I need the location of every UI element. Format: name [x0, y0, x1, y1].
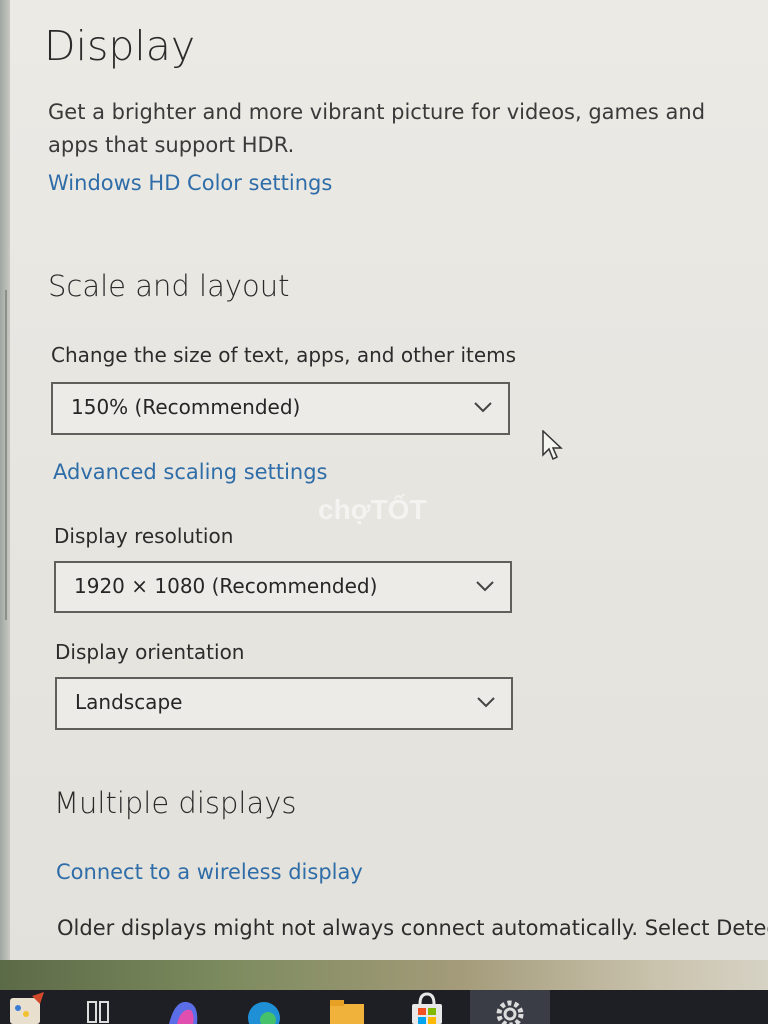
task-view-icon[interactable]: [70, 990, 128, 1024]
scale-label: Change the size of text, apps, and other…: [51, 343, 517, 367]
older-displays-text: Older displays might not always connect …: [57, 916, 768, 940]
watermark-logo: chợTỐT: [318, 494, 427, 525]
settings-display-page: Display Get a brighter and more vibrant …: [10, 0, 768, 968]
orientation-dropdown[interactable]: Landscape: [55, 677, 513, 730]
hdr-description: Get a brighter and more vibrant picture …: [48, 100, 706, 157]
resolution-dropdown[interactable]: 1920 × 1080 (Recommended): [54, 561, 512, 613]
scale-layout-heading: Scale and layout: [48, 269, 290, 303]
desktop-wallpaper: [0, 960, 768, 990]
chevron-down-icon: [477, 697, 495, 708]
resolution-label: Display resolution: [54, 524, 234, 548]
settings-gear-icon[interactable]: [470, 990, 550, 1024]
page-title: Display: [44, 22, 196, 70]
mouse-pointer-icon: [542, 430, 563, 461]
scale-value: 150% (Recommended): [71, 395, 301, 419]
paint-icon[interactable]: [0, 990, 58, 1024]
taskbar: [0, 990, 768, 1024]
resolution-value: 1920 × 1080 (Recommended): [74, 574, 378, 598]
screen: Display Get a brighter and more vibrant …: [0, 0, 768, 1024]
advanced-scaling-settings-link[interactable]: Advanced scaling settings: [53, 460, 328, 484]
scale-dropdown[interactable]: 150% (Recommended): [51, 382, 510, 435]
windows-hd-color-settings-link[interactable]: Windows HD Color settings: [48, 171, 332, 195]
chevron-down-icon: [476, 581, 494, 592]
orientation-label: Display orientation: [55, 640, 245, 664]
copilot-icon[interactable]: [155, 990, 213, 1024]
chevron-down-icon: [474, 402, 492, 413]
multiple-displays-heading: Multiple displays: [54, 786, 297, 820]
scrollbar[interactable]: [5, 290, 7, 620]
microsoft-store-icon[interactable]: [398, 990, 456, 1024]
file-explorer-icon[interactable]: [318, 990, 376, 1024]
orientation-value: Landscape: [75, 690, 183, 714]
edge-icon[interactable]: [235, 990, 293, 1024]
connect-wireless-display-link[interactable]: Connect to a wireless display: [56, 860, 363, 884]
